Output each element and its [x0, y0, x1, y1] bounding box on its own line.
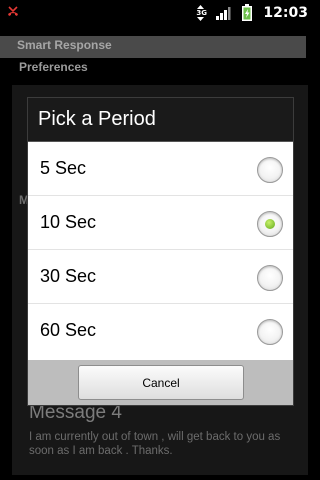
option-30-sec[interactable]: 30 Sec: [28, 250, 293, 304]
message-4-body: I am currently out of town , will get ba…: [29, 431, 281, 457]
option-label: 10 Sec: [40, 212, 97, 232]
dialog-button-bar: Cancel: [28, 360, 293, 405]
radio-button[interactable]: [257, 265, 283, 291]
option-label: 30 Sec: [40, 266, 97, 286]
battery-charging-icon: [242, 4, 253, 21]
dialog-title-bar: Pick a Period: [28, 98, 293, 142]
app-title: Smart Response: [17, 38, 112, 52]
radio-button-selected[interactable]: [257, 211, 283, 237]
dialog-title: Pick a Period: [38, 108, 156, 130]
app-title-bar: Smart Response: [0, 36, 306, 58]
missed-call-icon: [8, 6, 18, 16]
network-type-label: 3G: [196, 9, 208, 17]
cancel-button[interactable]: Cancel: [78, 365, 244, 400]
preferences-header: Preferences: [19, 60, 88, 74]
option-5-sec[interactable]: 5 Sec: [28, 142, 293, 196]
data-transfer-icon: 3G: [196, 4, 208, 22]
radio-button[interactable]: [257, 319, 283, 345]
pick-period-dialog: Pick a Period 5 Sec 10 Sec 30 Sec 60 Sec…: [27, 97, 294, 406]
radio-button[interactable]: [257, 157, 283, 183]
status-bar: 3G 12:03: [0, 0, 320, 25]
radio-selected-dot-icon: [265, 219, 275, 229]
option-label: 5 Sec: [40, 158, 87, 178]
signal-icon: [216, 7, 231, 20]
period-options-list: 5 Sec 10 Sec 30 Sec 60 Sec: [28, 142, 293, 360]
clock: 12:03: [263, 5, 308, 21]
option-10-sec[interactable]: 10 Sec: [28, 196, 293, 250]
option-label: 60 Sec: [40, 320, 97, 340]
option-60-sec[interactable]: 60 Sec: [28, 304, 293, 358]
